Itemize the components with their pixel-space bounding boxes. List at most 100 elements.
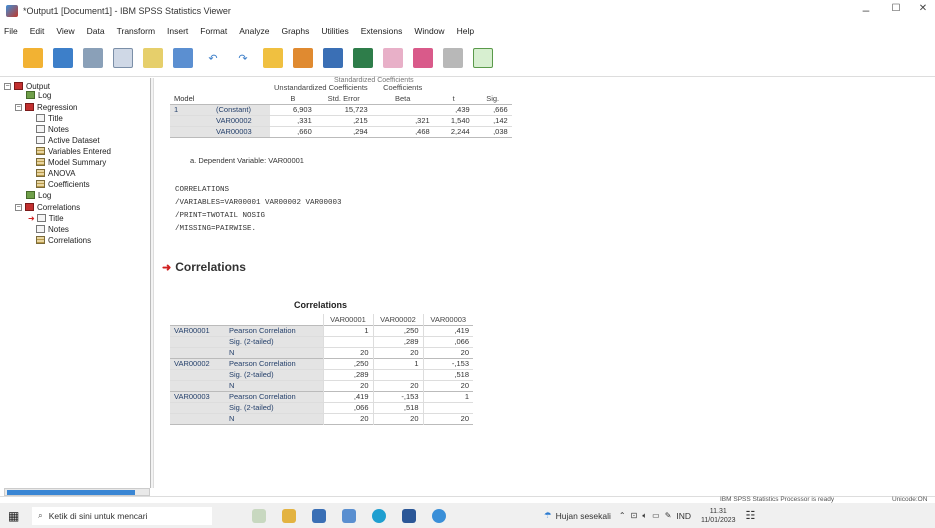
undo-icon[interactable]: ↶ (203, 48, 223, 68)
menu-utilities[interactable]: Utilities (321, 26, 348, 36)
tree-item-active-dataset[interactable]: Active Dataset (36, 135, 100, 145)
taskbar-search[interactable]: ⌕ Ketik di sini untuk mencari (32, 506, 212, 525)
syntax-line: /VARIABLES=VAR00001 VAR00002 VAR00003 (175, 199, 342, 207)
tree-item-correlations[interactable]: − Correlations (15, 202, 80, 212)
results-icon[interactable] (353, 48, 373, 68)
tree-item-notes[interactable]: Notes (36, 124, 69, 134)
menu-window[interactable]: Window (414, 26, 444, 36)
file-explorer-icon[interactable] (282, 508, 296, 523)
promote-icon[interactable] (383, 48, 403, 68)
corr-col-var1: VAR00001 (322, 314, 373, 325)
tree-item-title[interactable]: Title (36, 113, 63, 123)
collapse-icon[interactable]: − (4, 82, 11, 90)
redo-icon[interactable]: ↷ (233, 48, 253, 68)
syntax-line: /MISSING=PAIRWISE. (175, 225, 257, 233)
save-icon[interactable] (53, 48, 73, 68)
coef-col-beta: Beta (394, 93, 411, 103)
network-icon[interactable]: ⊡ (631, 511, 638, 520)
menu-transform[interactable]: Transform (117, 26, 155, 36)
table-icon (36, 236, 45, 244)
menu-view[interactable]: View (56, 26, 74, 36)
corr-col-var2: VAR00002 (372, 314, 423, 325)
tree-item-variables-entered[interactable]: Variables Entered (36, 146, 111, 156)
print-icon[interactable] (83, 48, 103, 68)
log-icon (26, 191, 35, 199)
menu-format[interactable]: Format (200, 26, 227, 36)
menu-analyze[interactable]: Analyze (239, 26, 269, 36)
output-content-pane: Standardized Coefficients Unstandardized… (154, 77, 935, 488)
current-item-arrow-icon: ➜ (162, 261, 172, 274)
tree-item-correlations-table[interactable]: Correlations (36, 235, 91, 245)
photos-icon[interactable] (342, 508, 356, 523)
output-book-icon (14, 82, 23, 90)
store-icon[interactable] (312, 508, 326, 523)
demote-icon[interactable] (413, 48, 433, 68)
coef-col-sig: Sig. (486, 93, 500, 103)
menu-extensions[interactable]: Extensions (361, 26, 403, 36)
table-row: Sig. (2-tailed) ,289,518 (170, 369, 473, 380)
current-item-arrow-icon: ➜ (28, 213, 35, 223)
goto-data-icon[interactable] (263, 48, 283, 68)
menu-help[interactable]: Help (457, 26, 474, 36)
notifications-icon[interactable]: ☷ (746, 509, 756, 522)
table-icon (36, 147, 45, 155)
tree-item-coefficients[interactable]: Coefficients (36, 179, 90, 189)
show-all-icon[interactable] (443, 48, 463, 68)
search-icon: ⌕ (38, 510, 43, 520)
expand-icon[interactable] (473, 48, 493, 68)
open-folder-icon[interactable] (23, 48, 43, 68)
tree-item-log[interactable]: Log (26, 90, 51, 100)
language-indicator[interactable]: IND (676, 511, 691, 521)
edge-icon[interactable] (372, 508, 386, 523)
tree-item-log-2[interactable]: Log (26, 190, 51, 200)
table-row: N 20 20 20 (170, 347, 473, 358)
tree-item-title-2[interactable]: ➜ Title (28, 213, 64, 223)
goto-case-icon[interactable] (293, 48, 313, 68)
table-row: N 20 20 20 (170, 413, 473, 424)
collapse-icon[interactable]: − (15, 103, 22, 111)
tree-item-model-summary[interactable]: Model Summary (36, 157, 106, 167)
volume-icon[interactable]: 🔈︎ (642, 511, 647, 521)
menu-graphs[interactable]: Graphs (281, 26, 309, 36)
scrollbar-thumb[interactable] (7, 490, 135, 495)
print-preview-icon[interactable] (113, 48, 133, 68)
spss-viewer-window: *Output1 [Document1] - IBM SPSS Statisti… (0, 0, 935, 528)
title-icon (36, 214, 46, 222)
book-icon (25, 103, 34, 111)
book-icon (25, 203, 34, 211)
close-button[interactable]: ✕ (915, 3, 931, 14)
outline-horizontal-scrollbar[interactable] (4, 488, 150, 496)
menu-data[interactable]: Data (87, 26, 105, 36)
coef-col-model: Model (174, 93, 195, 103)
coefficients-table: Unstandardized Coefficients Coefficients … (170, 82, 512, 138)
pen-icon[interactable]: ✎ (665, 511, 672, 520)
table-row: VAR00003,660,294,468 2,244,038 (170, 126, 512, 137)
clock[interactable]: 11.31 11/01/2023 (701, 507, 736, 525)
collapse-icon[interactable]: − (15, 203, 22, 211)
export-icon[interactable] (143, 48, 163, 68)
menu-bar: File Edit View Data Transform Insert For… (0, 22, 935, 39)
search-input[interactable]: Ketik di sini untuk mencari (49, 511, 148, 521)
maximize-button[interactable]: ☐ (888, 3, 904, 14)
word-icon[interactable] (402, 508, 416, 523)
variables-icon[interactable] (323, 48, 343, 68)
title-icon (36, 114, 45, 122)
tree-item-notes-2[interactable]: Notes (36, 224, 69, 234)
tree-item-anova[interactable]: ANOVA (36, 168, 75, 178)
tray-chevron-icon[interactable]: ⌃ (619, 511, 626, 520)
battery-icon[interactable]: ▭ (652, 511, 660, 520)
toolbar: ↶ ↷ (0, 40, 935, 77)
menu-file[interactable]: File (4, 26, 18, 36)
spss-taskbar-icon[interactable] (432, 508, 446, 523)
windows-start-icon[interactable]: ▦ (8, 509, 28, 523)
weather-text: Hujan sesekali (555, 510, 611, 521)
table-row: VAR00003 Pearson Correlation ,419 -,153 1 (170, 391, 473, 402)
coef-header-std: Coefficients (383, 83, 423, 92)
minimize-button[interactable]: – (858, 3, 874, 17)
recall-dialog-icon[interactable] (173, 48, 193, 68)
table-row: Sig. (2-tailed) ,289,066 (170, 336, 473, 347)
tree-item-regression[interactable]: − Regression (15, 102, 77, 112)
menu-insert[interactable]: Insert (167, 26, 188, 36)
task-view-icon[interactable] (252, 508, 266, 523)
menu-edit[interactable]: Edit (30, 26, 45, 36)
